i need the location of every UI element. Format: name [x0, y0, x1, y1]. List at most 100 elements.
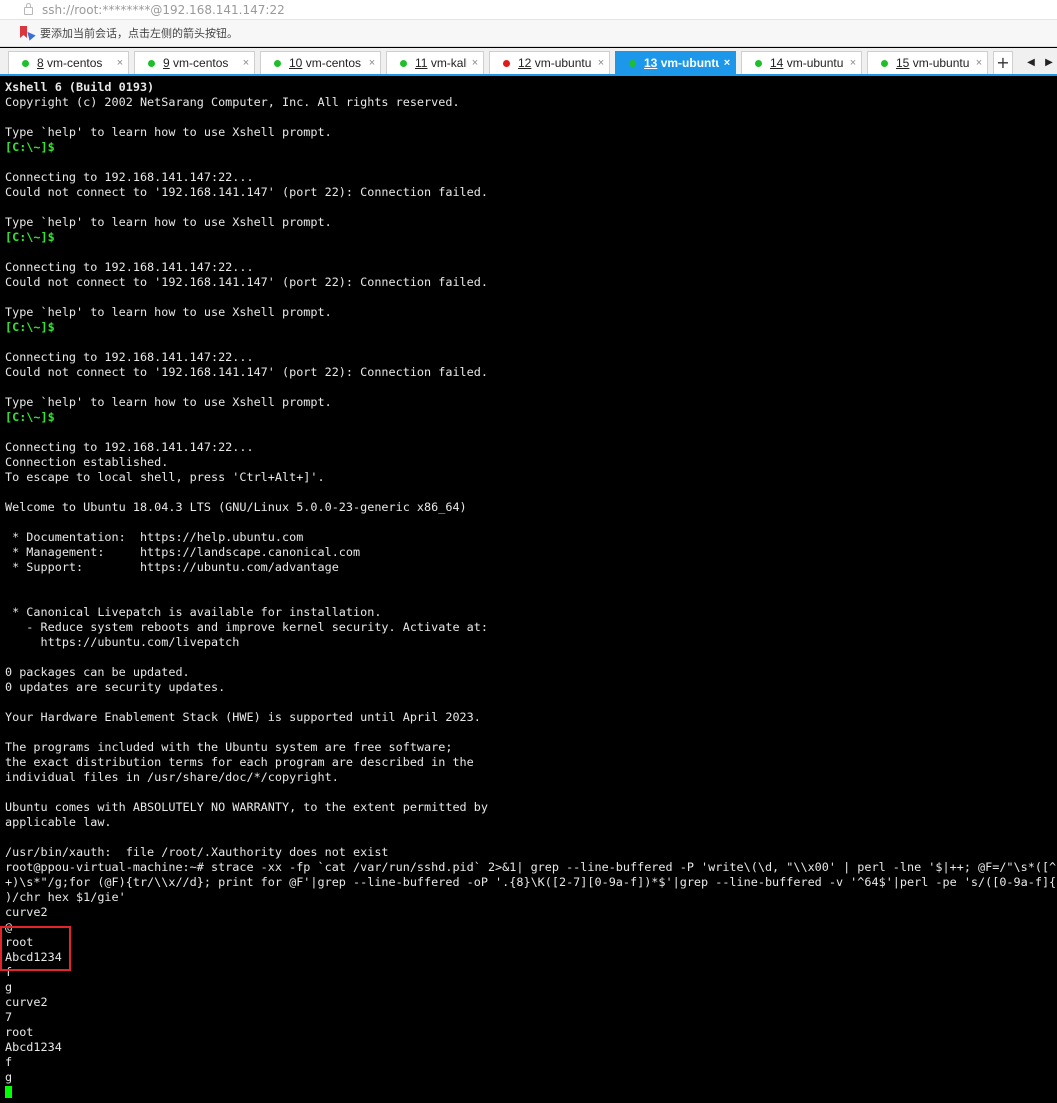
address-bar[interactable]: ssh://root:********@192.168.141.147:22 [0, 0, 1057, 20]
close-icon[interactable]: × [112, 57, 128, 69]
terminal-line: [C:\~]$ [5, 230, 55, 244]
connection-status-icon [400, 59, 407, 67]
connection-status-icon [629, 59, 636, 67]
terminal-line: g [5, 1070, 13, 1084]
tab-number: 14 [770, 56, 784, 70]
new-tab-button[interactable]: + [993, 51, 1013, 74]
tab-10-vm-centos[interactable]: 10 vm-centos × [260, 51, 381, 74]
terminal-line: the exact distribution terms for each pr… [5, 755, 474, 769]
terminal-line: Could not connect to '192.168.141.147' (… [5, 185, 488, 199]
tab-number: 13 [644, 56, 658, 70]
terminal-line: Abcd1234 [5, 950, 62, 964]
tab-name: vm-centos [173, 56, 229, 70]
terminal-line: curve2 [5, 995, 48, 1009]
connection-status-icon [148, 59, 155, 67]
tab-name: vm-centos [47, 56, 103, 70]
tab-scroll-right-icon[interactable]: ▶ [1040, 51, 1057, 74]
close-icon[interactable]: × [238, 57, 254, 69]
terminal-line: individual files in /usr/share/doc/*/cop… [5, 770, 339, 784]
terminal-line: * Management: https://landscape.canonica… [5, 545, 361, 559]
tab-name: vm-ubuntu [534, 56, 592, 70]
terminal-line: Ubuntu comes with ABSOLUTELY NO WARRANTY… [5, 800, 488, 814]
terminal-line: To escape to local shell, press 'Ctrl+Al… [5, 470, 325, 484]
terminal-area[interactable]: Xshell 6 (Build 0193) Copyright (c) 2002 … [0, 78, 1057, 1103]
terminal-line: 0 updates are security updates. [5, 680, 226, 694]
tab-scroll-left-icon[interactable]: ◀ [1022, 51, 1040, 74]
terminal-line: f [5, 965, 13, 979]
terminal-line: Your Hardware Enablement Stack (HWE) is … [5, 710, 481, 724]
tab-number: 10 [289, 56, 303, 70]
tab-9-vm-centos[interactable]: 9 vm-centos × [134, 51, 255, 74]
terminal-line: Type `help' to learn how to use Xshell p… [5, 125, 332, 139]
terminal-line: root [5, 1025, 34, 1039]
tab-name: vm-ubuntu [786, 56, 844, 70]
close-icon[interactable]: × [467, 57, 483, 69]
terminal-line: Copyright (c) 2002 NetSarang Computer, I… [5, 95, 460, 109]
session-hint-text: 要添加当前会话，点击左侧的箭头按钮。 [40, 27, 238, 40]
terminal-line: @ [5, 920, 13, 934]
terminal-cursor [5, 1086, 12, 1098]
terminal-line: g [5, 980, 13, 994]
tab-8-vm-centos[interactable]: 8 vm-centos × [8, 51, 129, 74]
terminal-line: [C:\~]$ [5, 410, 55, 424]
tab-12-vm-ubuntu[interactable]: 12 vm-ubuntu × [489, 51, 610, 74]
terminal-line: * Support: https://ubuntu.com/advantage [5, 560, 339, 574]
terminal-line: Connecting to 192.168.141.147:22... [5, 350, 254, 364]
terminal-line: Abcd1234 [5, 1040, 62, 1054]
lock-icon [24, 3, 33, 15]
connection-status-icon [755, 59, 762, 67]
tab-number: 12 [518, 56, 532, 70]
tab-label: 9 vm-centos [163, 56, 238, 70]
xshell-window: ssh://root:********@192.168.141.147:22 要… [0, 0, 1057, 1103]
tab-13-vm-ubuntu[interactable]: 13 vm-ubuntu × [615, 51, 736, 74]
terminal-line: Connection established. [5, 455, 169, 469]
connection-status-icon [22, 59, 29, 67]
tab-14-vm-ubuntu[interactable]: 14 vm-ubuntu × [741, 51, 862, 74]
close-icon[interactable]: × [364, 57, 380, 69]
terminal-line: root@ppou-virtual-machine:~# strace -xx … [5, 860, 1057, 874]
connection-status-icon [274, 59, 281, 67]
tab-name: vm-ubuntu [660, 56, 719, 70]
terminal-line: Could not connect to '192.168.141.147' (… [5, 365, 488, 379]
terminal-line: Connecting to 192.168.141.147:22... [5, 260, 254, 274]
tab-15-vm-ubuntu[interactable]: 15 vm-ubuntu × [867, 51, 988, 74]
terminal-line: Type `help' to learn how to use Xshell p… [5, 395, 332, 409]
tab-11-vm-kali[interactable]: 11 vm-kali × [386, 51, 484, 74]
terminal-line: [C:\~]$ [5, 140, 55, 154]
connection-status-icon [503, 59, 510, 67]
close-icon[interactable]: × [845, 57, 861, 69]
terminal-line: applicable law. [5, 815, 112, 829]
terminal-line: root [5, 935, 34, 949]
terminal-line: 7 [5, 1010, 13, 1024]
terminal-line: Welcome to Ubuntu 18.04.3 LTS (GNU/Linux… [5, 500, 467, 514]
close-icon[interactable]: × [971, 57, 987, 69]
tab-label: 12 vm-ubuntu [518, 56, 593, 70]
session-hint-bar: 要添加当前会话，点击左侧的箭头按钮。 [0, 20, 1057, 47]
tab-label: 8 vm-centos [37, 56, 112, 70]
terminal-line: +)\s*"/g;for (@F){tr/\\x//d}; print for … [5, 875, 1057, 889]
terminal-line: Could not connect to '192.168.141.147' (… [5, 275, 488, 289]
tab-name: vm-centos [305, 56, 362, 70]
add-session-arrow-icon[interactable] [20, 26, 36, 41]
credential-highlight-box [0, 926, 71, 971]
address-text[interactable]: ssh://root:********@192.168.141.147:22 [42, 3, 285, 17]
tab-number: 15 [896, 56, 910, 70]
terminal-line: /usr/bin/xauth: file /root/.Xauthority d… [5, 845, 389, 859]
terminal-line: - Reduce system reboots and improve kern… [5, 620, 488, 634]
close-icon[interactable]: × [593, 57, 609, 69]
close-icon[interactable]: × [719, 57, 735, 69]
